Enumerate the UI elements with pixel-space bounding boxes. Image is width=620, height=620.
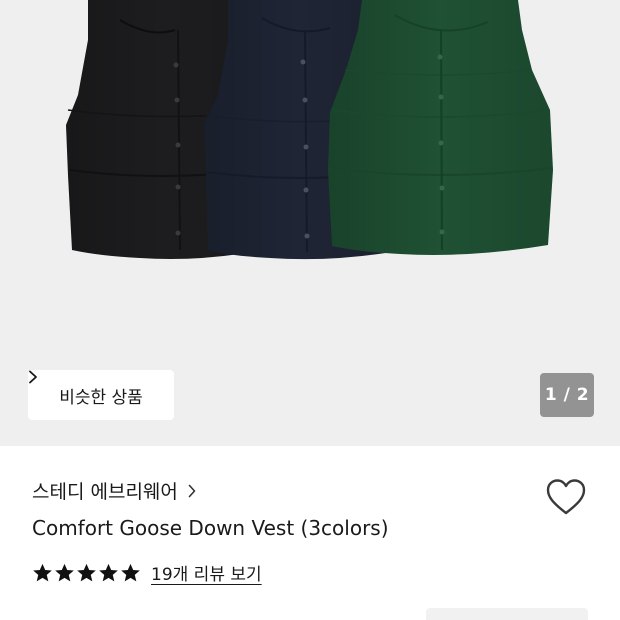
brand-name: 스테디 에브리웨어	[32, 481, 178, 503]
image-page-counter-text: 1 / 2	[544, 385, 590, 405]
similar-products-button[interactable]: 비슷한 상품	[28, 370, 174, 420]
star-rating	[32, 563, 141, 583]
star-filled-icon	[55, 563, 74, 581]
product-title: Comfort Goose Down Vest (3colors)	[32, 516, 389, 540]
chevron-right-icon	[29, 370, 37, 384]
partial-control-edge	[426, 608, 588, 620]
image-page-counter: 1 / 2	[540, 373, 594, 417]
rating-row: 19개 리뷰 보기	[32, 560, 262, 585]
heart-outline-icon[interactable]	[545, 478, 587, 516]
star-filled-icon	[33, 563, 52, 581]
chevron-right-icon	[188, 484, 196, 497]
similar-products-label: 비슷한 상품	[59, 387, 143, 408]
product-image-gallery[interactable]: 비슷한 상품 1 / 2	[0, 0, 620, 446]
product-page: 비슷한 상품 1 / 2 스테디 에브리웨어 Comfort Goose Dow…	[0, 0, 620, 620]
star-filled-icon	[121, 563, 140, 581]
star-filled-icon	[99, 563, 118, 581]
star-filled-icon	[77, 563, 96, 581]
brand-link[interactable]: 스테디 에브리웨어	[32, 477, 196, 504]
review-link[interactable]: 19개 리뷰 보기	[151, 560, 262, 585]
vest-green	[328, 0, 553, 255]
